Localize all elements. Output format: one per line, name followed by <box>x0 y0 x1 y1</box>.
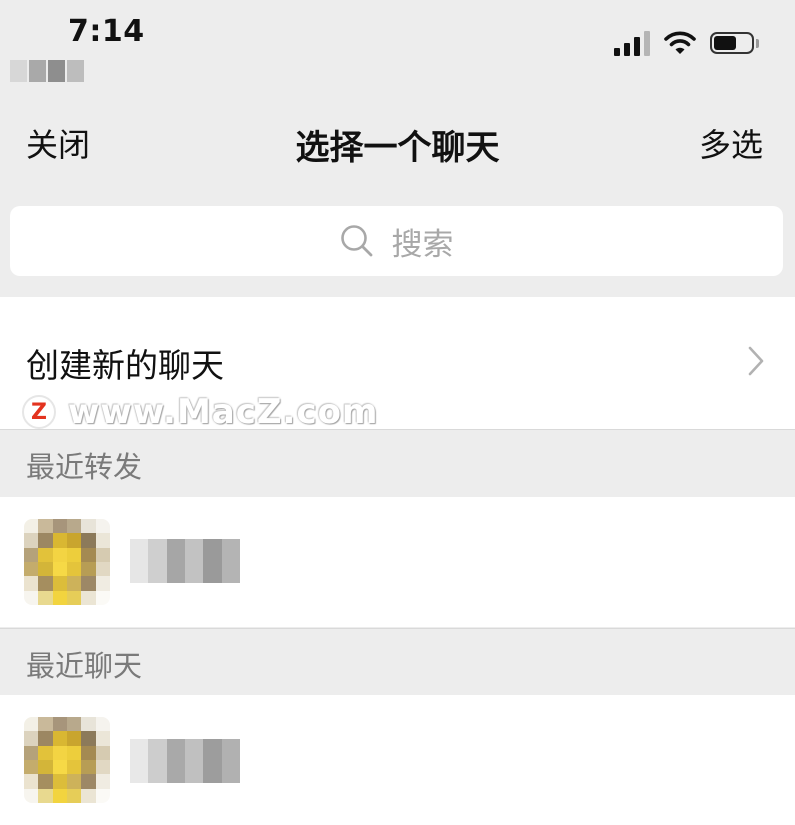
search-icon <box>340 225 372 257</box>
chevron-right-icon <box>748 346 764 376</box>
avatar <box>24 717 110 803</box>
page-title: 选择一个聊天 <box>295 128 500 168</box>
search-placeholder: 搜索 <box>391 226 454 263</box>
create-new-chat-label: 创建新的聊天 <box>26 346 224 385</box>
section-header-recent-chats: 最近聊天 <box>0 628 795 694</box>
system-icons <box>614 30 759 56</box>
watermark-logo: Z <box>22 395 56 429</box>
nav-bar: 关闭 选择一个聊天 多选 <box>0 108 795 172</box>
battery-icon <box>710 32 759 54</box>
wifi-icon <box>664 31 696 54</box>
carrier-name-redacted <box>10 60 86 82</box>
status-bar: 7:14 <box>0 0 795 96</box>
list-item[interactable] <box>0 695 795 825</box>
status-time: 7:14 <box>68 14 145 49</box>
multi-select-button[interactable]: 多选 <box>699 120 763 166</box>
contact-name-redacted <box>130 539 240 583</box>
signal-icon <box>614 30 650 56</box>
watermark-text: www.MacZ.com <box>68 392 379 432</box>
avatar <box>24 519 110 605</box>
section-header-recent-forward: 最近转发 <box>0 429 795 495</box>
close-button[interactable]: 关闭 <box>26 120 90 166</box>
section-title: 最近转发 <box>26 450 143 484</box>
list-item[interactable] <box>0 497 795 627</box>
section-title: 最近聊天 <box>26 649 143 683</box>
contact-name-redacted <box>130 739 240 783</box>
search-input[interactable]: 搜索 <box>10 206 783 276</box>
watermark: Z www.MacZ.com <box>22 392 378 432</box>
